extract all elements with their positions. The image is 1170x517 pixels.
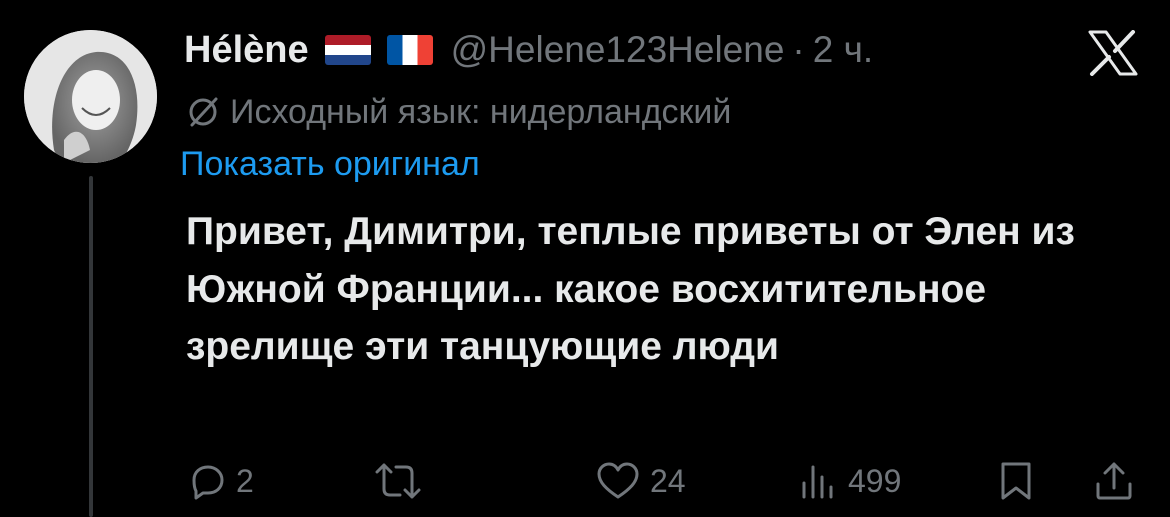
header-separator: · <box>792 29 805 70</box>
timestamp[interactable]: 2 ч. <box>813 29 873 71</box>
like-icon <box>597 462 639 499</box>
france-flag-icon <box>386 35 433 65</box>
translate-icon <box>189 97 218 127</box>
repost-button[interactable] <box>374 456 432 506</box>
like-count: 24 <box>650 462 686 499</box>
translation-notice: Исходный язык: нидерландский <box>186 90 731 134</box>
action-bar: 2 24 499 <box>186 456 1146 506</box>
thread-line <box>89 176 93 517</box>
share-button[interactable] <box>1094 456 1134 506</box>
translation-notice-text: Исходный язык: нидерландский <box>230 92 732 131</box>
repost-icon <box>375 463 421 499</box>
reply-count: 2 <box>236 462 254 499</box>
author-handle[interactable]: @Helene123Helene <box>451 29 785 71</box>
share-icon <box>1096 462 1132 500</box>
reply-icon <box>192 465 224 500</box>
netherlands-flag-icon <box>324 35 371 65</box>
x-logo-icon[interactable] <box>1088 30 1138 76</box>
like-button[interactable]: 24 <box>596 456 686 506</box>
avatar[interactable] <box>24 30 157 163</box>
tweet-text: Привет, Димитри, теплые приветы от Элен … <box>186 210 1075 368</box>
tweet-header: Hélène @Helene123Helene · 2 ч. <box>184 28 873 72</box>
bookmark-button[interactable] <box>998 456 1034 506</box>
bookmark-icon <box>1001 462 1031 500</box>
reply-button[interactable]: 2 <box>186 456 254 506</box>
views-button[interactable]: 499 <box>800 456 901 506</box>
views-icon <box>802 465 833 499</box>
tweet[interactable]: Hélène @Helene123Helene · 2 ч. Исходный … <box>0 0 1170 517</box>
show-original-link[interactable]: Показать оригинал <box>180 145 480 184</box>
views-count: 499 <box>848 462 902 499</box>
author-name[interactable]: Hélène <box>184 29 309 72</box>
avatar-photo <box>24 30 157 163</box>
